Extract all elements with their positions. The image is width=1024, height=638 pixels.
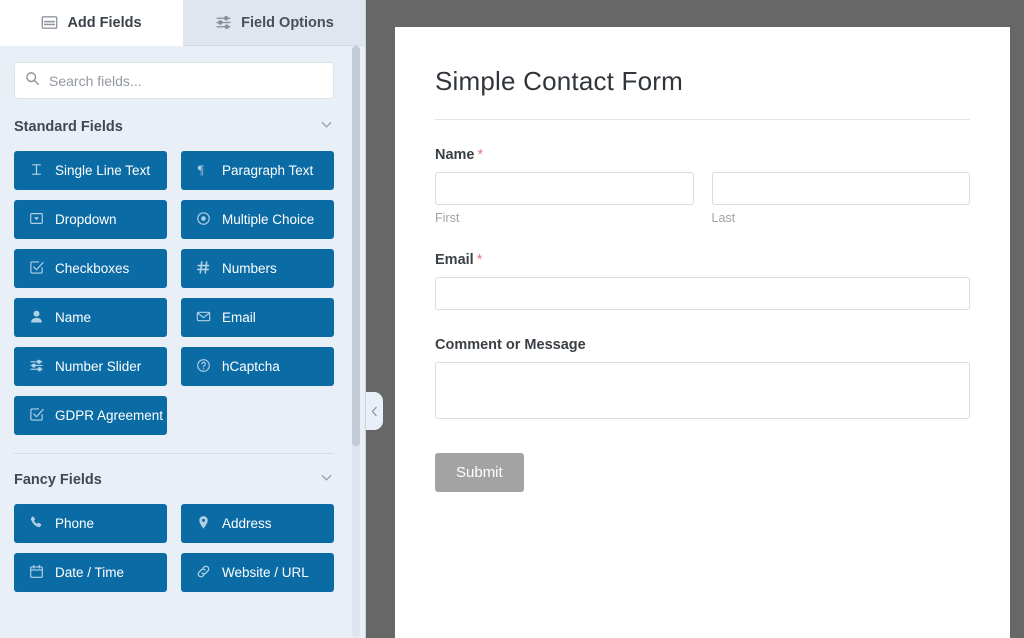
- phone-icon: [29, 515, 44, 533]
- link-icon: [196, 564, 211, 582]
- radio-icon: [196, 211, 211, 229]
- field-label: Number Slider: [55, 359, 142, 374]
- field-button-phone[interactable]: Phone: [14, 504, 167, 543]
- field-label: Date / Time: [55, 565, 125, 580]
- tab-add-fields-label: Add Fields: [67, 14, 142, 31]
- envelope-icon: [196, 309, 211, 327]
- field-button-numbers[interactable]: Numbers: [181, 249, 334, 288]
- field-button-dropdown[interactable]: Dropdown: [14, 200, 167, 239]
- checkbox-icon: [29, 260, 44, 278]
- tab-add-fields[interactable]: Add Fields: [0, 0, 183, 46]
- field-label: Phone: [55, 516, 95, 531]
- sublabel-last: Last: [711, 211, 736, 225]
- form-preview-card: Simple Contact Form Name * First Last Em…: [395, 27, 1010, 638]
- section-header-standard-fields[interactable]: Standard Fields: [14, 117, 334, 137]
- chevron-left-icon: [368, 405, 381, 418]
- sidebar-scroll-region: Standard Fields Singl: [0, 46, 366, 638]
- form-builder-app: Add Fields Field Options Search fields..…: [0, 0, 1024, 638]
- chevron-down-icon[interactable]: [319, 117, 334, 137]
- paragraph-icon: ¶: [196, 162, 211, 180]
- field-label-name: Name *: [435, 147, 970, 163]
- input-name-first[interactable]: [435, 172, 694, 205]
- field-button-date-time[interactable]: Date / Time: [14, 553, 167, 592]
- field-label: GDPR Agreement: [55, 408, 164, 423]
- name-last-column: Last: [711, 172, 970, 225]
- input-name-last[interactable]: [711, 172, 970, 205]
- sublabel-first: First: [435, 211, 460, 225]
- field-button-checkboxes[interactable]: Checkboxes: [14, 249, 167, 288]
- label-text: Comment or Message: [435, 337, 586, 353]
- panel-icon: [41, 14, 58, 31]
- input-email[interactable]: [435, 277, 970, 310]
- form-field-name: Name * First Last: [435, 147, 970, 225]
- sidebar-scrollbar-thumb[interactable]: [352, 46, 360, 446]
- field-button-email[interactable]: Email: [181, 298, 334, 337]
- field-label: Website / URL: [222, 565, 309, 580]
- field-label: hCaptcha: [222, 359, 280, 374]
- field-button-gdpr-agreement[interactable]: GDPR Agreement: [14, 396, 167, 435]
- label-text: Name: [435, 147, 475, 163]
- field-button-website-url[interactable]: Website / URL: [181, 553, 334, 592]
- field-label: Single Line Text: [55, 163, 151, 178]
- field-label: Paragraph Text: [222, 163, 314, 178]
- tab-field-options-label: Field Options: [241, 14, 334, 31]
- tab-field-options[interactable]: Field Options: [183, 0, 366, 46]
- required-indicator: *: [476, 252, 483, 268]
- map-pin-icon: [196, 515, 211, 533]
- field-label: Multiple Choice: [222, 212, 315, 227]
- form-field-comment: Comment or Message: [435, 337, 970, 424]
- user-icon: [29, 309, 44, 327]
- search-input[interactable]: [49, 72, 323, 89]
- field-label: Checkboxes: [55, 261, 130, 276]
- field-button-single-line-text[interactable]: Single Line Text: [14, 151, 167, 190]
- field-button-hcaptcha[interactable]: hCaptcha: [181, 347, 334, 386]
- field-button-address[interactable]: Address: [181, 504, 334, 543]
- input-comment-message[interactable]: [435, 362, 970, 419]
- text-cursor-icon: [29, 162, 44, 180]
- hash-icon: [196, 260, 211, 278]
- form-preview-area: Simple Contact Form Name * First Last Em…: [366, 0, 1024, 638]
- field-button-number-slider[interactable]: Number Slider: [14, 347, 167, 386]
- standard-fields-grid: Single Line Text ¶ Paragraph Text Dropdo…: [14, 151, 334, 435]
- left-sidebar: Add Fields Field Options Search fields..…: [0, 0, 366, 638]
- fancy-fields-grid: Phone Address Date / Time Website / URL: [14, 504, 334, 592]
- field-label: Email: [222, 310, 256, 325]
- field-label: Numbers: [222, 261, 277, 276]
- field-button-multiple-choice[interactable]: Multiple Choice: [181, 200, 334, 239]
- label-text: Email: [435, 252, 474, 268]
- section-title-standard-fields: Standard Fields: [14, 119, 123, 135]
- sidebar-tabbar: Add Fields Field Options: [0, 0, 366, 46]
- field-label: Dropdown: [55, 212, 117, 227]
- title-divider: [435, 119, 970, 120]
- required-indicator: *: [477, 147, 484, 163]
- question-circle-icon: [196, 358, 211, 376]
- field-button-paragraph-text[interactable]: ¶ Paragraph Text: [181, 151, 334, 190]
- section-title-fancy-fields: Fancy Fields: [14, 472, 102, 488]
- search-icon: [25, 71, 49, 91]
- field-label: Name: [55, 310, 92, 325]
- search-field-wrapper[interactable]: [14, 62, 334, 99]
- sliders-icon: [215, 14, 232, 31]
- svg-text:¶: ¶: [198, 162, 204, 177]
- checkbox-icon: [29, 407, 44, 425]
- field-label: Address: [222, 516, 272, 531]
- field-label-email: Email *: [435, 252, 970, 268]
- name-first-column: First: [435, 172, 694, 225]
- calendar-icon: [29, 564, 44, 582]
- chevron-down-icon[interactable]: [319, 470, 334, 490]
- form-field-email: Email *: [435, 252, 970, 310]
- section-divider: [14, 453, 334, 454]
- submit-button[interactable]: Submit: [435, 453, 524, 492]
- field-button-name[interactable]: Name: [14, 298, 167, 337]
- dropdown-icon: [29, 211, 44, 229]
- form-title: Simple Contact Form: [435, 66, 683, 96]
- panel-collapse-handle[interactable]: [366, 392, 383, 430]
- sliders-icon: [29, 358, 44, 376]
- section-header-fancy-fields[interactable]: Fancy Fields: [14, 470, 334, 490]
- sidebar-scrollbar-track[interactable]: [352, 46, 360, 638]
- field-label-comment: Comment or Message: [435, 337, 970, 353]
